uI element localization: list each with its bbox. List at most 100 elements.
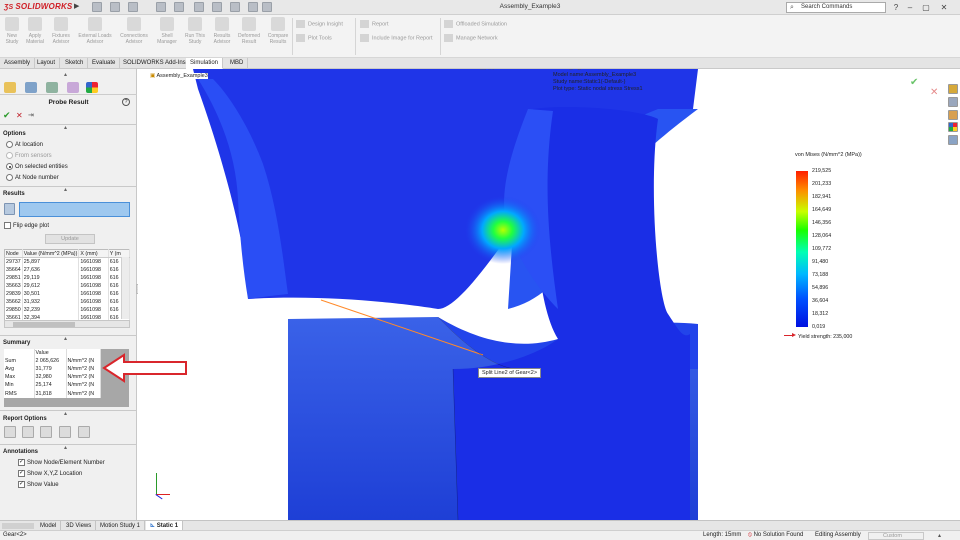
report-chart-icon[interactable] [59, 426, 71, 438]
summary-row-max[interactable]: Max 32,980 N/mm^2 (N [4, 373, 101, 382]
new-file-icon[interactable] [110, 2, 120, 12]
file-properties-icon[interactable] [248, 2, 258, 12]
section-view-icon[interactable]: ▣ [480, 69, 487, 71]
tab-evaluate[interactable]: Evaluate [88, 58, 121, 69]
save-icon[interactable] [156, 2, 166, 12]
table-row[interactable]: 35664 27,636 1661098 616 [4, 265, 131, 274]
ok-check-icon[interactable]: ✔ [3, 110, 11, 121]
open-file-icon[interactable] [128, 2, 138, 12]
probe-results-table[interactable]: Node Value (N/mm^2 (MPa)) X (mm) Y (m 29… [4, 249, 131, 323]
collapse-annotations-icon[interactable]: ▴ [64, 444, 67, 451]
close-button[interactable]: ✕ [938, 2, 950, 13]
external-loads-advisor-button[interactable]: External Loads Advisor [78, 17, 112, 45]
menu-arrow-icon[interactable]: ▶ [74, 2, 79, 10]
show-value-checkbox[interactable]: ✓ Show Value [18, 481, 59, 488]
task-pane-custom-properties-icon[interactable] [948, 135, 958, 145]
column-header[interactable]: Value (N/mm^2 (MPa)) [22, 249, 80, 259]
tab-addins[interactable]: SOLIDWORKS Add-Ins [119, 58, 191, 69]
summary-row-min[interactable]: Min 25,174 N/mm^2 (N [4, 381, 101, 390]
collapse-arrow-icon[interactable]: ▴ [64, 71, 67, 78]
design-insight-button[interactable]: Design Insight [296, 20, 343, 28]
confirm-corner-cancel-icon[interactable]: ✕ [930, 87, 938, 98]
feature-manager-icon[interactable] [4, 82, 16, 93]
minimize-button[interactable]: – [904, 2, 916, 13]
connections-advisor-button[interactable]: Connections Advisor [117, 17, 151, 45]
table-row[interactable]: 35662 31,932 1661098 616 [4, 298, 131, 307]
option-at-location[interactable]: At location [6, 141, 43, 148]
table-row[interactable]: 29737 25,897 1661098 616 [4, 257, 131, 266]
edit-appearance-icon[interactable]: ◍ [576, 69, 582, 71]
results-advisor-button[interactable]: Results Advisor [207, 17, 237, 45]
pushpin-icon[interactable]: ⇥ [28, 111, 34, 119]
report-button[interactable]: Report [360, 20, 389, 28]
status-expand-icon[interactable]: ▴ [938, 532, 941, 539]
view-settings-icon[interactable]: ▭ [593, 69, 600, 71]
table-row[interactable]: 35663 29,612 1661098 616 [4, 281, 131, 290]
flip-edge-plot-checkbox[interactable]: Flip edge plot [4, 222, 49, 229]
include-image-button[interactable]: Include Image for Report [360, 34, 433, 42]
tab-scroll-controls[interactable] [2, 523, 34, 529]
select-icon[interactable] [212, 2, 222, 12]
summary-row-rms[interactable]: RMS 31,818 N/mm^2 (N [4, 389, 101, 398]
undo-icon[interactable] [194, 2, 204, 12]
run-study-button[interactable]: Run This Study [180, 17, 210, 45]
summary-row-sum[interactable]: Sum 2 065,626 N/mm^2 (N [4, 357, 101, 366]
units-dropdown[interactable]: Custom [868, 532, 924, 540]
show-node-element-checkbox[interactable]: ✓ Show Node/Element Number [18, 459, 105, 466]
previous-view-icon[interactable]: ↶ [472, 69, 478, 71]
search-commands-input[interactable]: ⌕ Search Commands [786, 2, 886, 13]
confirm-corner-ok-icon[interactable]: ✔ [910, 77, 918, 88]
deformed-result-button[interactable]: Deformed Result [234, 17, 264, 45]
plot-tools-button[interactable]: Plot Tools [296, 34, 332, 42]
view-orientation-icon[interactable]: ⬚ [488, 69, 495, 71]
fixtures-advisor-button[interactable]: Fixtures Advisor [46, 17, 76, 45]
scene-icon[interactable]: ☁ [584, 69, 591, 71]
solidworks-logo[interactable]: ƷS SOLIDWORKS [4, 2, 72, 11]
task-pane-resources-icon[interactable] [948, 84, 958, 94]
task-pane-file-explorer-icon[interactable] [948, 110, 958, 120]
option-on-selected-entities[interactable]: On selected entities [6, 163, 68, 170]
print-icon[interactable] [174, 2, 184, 12]
cancel-x-icon[interactable]: ✕ [16, 111, 23, 120]
property-manager-icon[interactable] [25, 82, 37, 93]
tab-simulation[interactable]: Simulation [186, 58, 224, 69]
column-header[interactable]: Node [4, 249, 23, 259]
manage-network-button[interactable]: Manage Network [444, 34, 498, 42]
configuration-manager-icon[interactable] [46, 82, 58, 93]
tab-sketch[interactable]: Sketch [61, 58, 89, 69]
collapse-summary-icon[interactable]: ▴ [64, 335, 67, 342]
feature-tree-flyout[interactable]: ▣ Assembly_Example3 [150, 73, 208, 79]
save-sensor-icon[interactable] [22, 426, 34, 438]
column-header[interactable]: X (mm) [78, 249, 109, 259]
tab-layout[interactable]: Layout [33, 58, 61, 69]
save-probe-icon[interactable] [4, 426, 16, 438]
summary-table[interactable]: Value Sum 2 065,626 N/mm^2 (N Avg 31,779 N/m… [4, 349, 101, 398]
offloaded-simulation-button[interactable]: Offloaded Simulation [444, 20, 507, 28]
help-icon[interactable]: ? [122, 98, 130, 106]
show-xyz-location-checkbox[interactable]: ✓ Show X,Y,Z Location [18, 470, 82, 477]
zoom-area-icon[interactable]: ⌕ [466, 69, 470, 71]
collapse-results-icon[interactable]: ▴ [64, 186, 67, 193]
plot-graph-icon[interactable] [40, 426, 52, 438]
scrollbar-thumb[interactable] [13, 322, 75, 327]
vertical-scrollbar[interactable] [121, 257, 129, 319]
graphics-viewport[interactable]: ⌕ ⌕ ↶ ▣ ⬚ ◉ ◍ ☁ ▭ ▣ Assembly_Example3 Mo… [138, 69, 960, 520]
summary-row-avg[interactable]: Avg 31,779 N/mm^2 (N [4, 365, 101, 374]
collapse-report-icon[interactable]: ▴ [64, 410, 67, 417]
table-row[interactable]: 29850 32,239 1661098 616 [4, 306, 131, 315]
rebuild-icon[interactable] [230, 2, 240, 12]
table-row[interactable]: 29839 30,501 1661098 616 [4, 289, 131, 299]
tab-assembly[interactable]: Assembly [0, 58, 36, 69]
export-image-icon[interactable] [78, 426, 90, 438]
collapse-options-icon[interactable]: ▴ [64, 124, 67, 131]
zoom-to-fit-icon[interactable]: ⌕ [460, 69, 464, 71]
stress-plot-model[interactable] [138, 69, 960, 520]
selected-entities-field[interactable] [19, 202, 130, 217]
home-icon[interactable] [92, 2, 102, 12]
help-icon[interactable]: ? [890, 2, 902, 13]
option-at-node-number[interactable]: At Node number [6, 174, 59, 181]
task-pane-design-library-icon[interactable] [948, 97, 958, 107]
options-gear-icon[interactable] [262, 2, 272, 12]
restore-button[interactable]: ▢ [920, 2, 932, 13]
compare-results-button[interactable]: Compare Results [263, 17, 293, 45]
